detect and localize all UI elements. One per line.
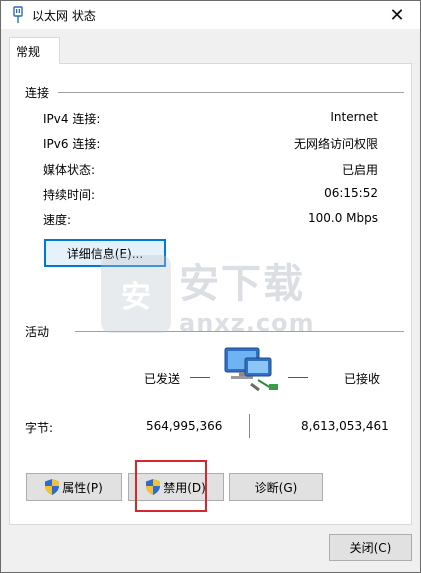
media-state-label: 媒体状态: — [43, 163, 96, 177]
sent-label: 已发送 — [144, 372, 181, 386]
close-button[interactable]: 关闭(C) — [329, 534, 412, 561]
received-label: 已接收 — [344, 372, 381, 386]
properties-button[interactable]: 属性(P) — [26, 473, 122, 501]
bytes-divider — [249, 414, 250, 438]
details-button[interactable]: 详细信息(E)... — [44, 239, 166, 267]
title-bar: 以太网 状态 ✕ — [1, 1, 420, 29]
activity-section-label: 活动 — [25, 325, 50, 339]
network-status-window: 以太网 状态 ✕ 常规 连接 IPv4 连接: Internet IPv6 连接… — [0, 0, 421, 573]
bytes-sent-value: 564,995,366 — [146, 419, 223, 433]
activity-divider — [75, 331, 404, 332]
speed-value: 100.0 Mbps — [307, 211, 378, 225]
duration-label: 持续时间: — [43, 188, 96, 202]
duration-value: 06:15:52 — [324, 186, 378, 200]
diagnose-button[interactable]: 诊断(G) — [229, 473, 323, 501]
close-icon: ✕ — [389, 4, 405, 26]
highlight-annotation-box — [135, 460, 207, 512]
network-computers-icon — [224, 347, 278, 392]
diagnose-button-label: 诊断(G) — [254, 480, 298, 495]
uac-shield-icon — [45, 479, 60, 495]
connection-section-label: 连接 — [25, 86, 50, 100]
speed-label: 速度: — [43, 213, 72, 227]
window-title: 以太网 状态 — [32, 9, 96, 23]
ipv6-label: IPv6 连接: — [43, 137, 101, 151]
window-close-button[interactable]: ✕ — [374, 1, 420, 29]
dialog-body: 常规 连接 IPv4 连接: Internet IPv6 连接: 无网络访问权限… — [1, 29, 420, 572]
network-adapter-icon — [13, 6, 23, 23]
sent-dash — [190, 377, 210, 378]
ipv4-label: IPv4 连接: — [43, 112, 101, 126]
received-dash — [288, 377, 308, 378]
media-state-value: 已启用 — [341, 163, 378, 177]
details-button-label: 详细信息(E)... — [66, 246, 144, 261]
close-button-label: 关闭(C) — [349, 541, 392, 555]
bytes-label: 字节: — [25, 421, 54, 435]
tab-panel-general: 连接 IPv4 连接: Internet IPv6 连接: 无网络访问权限 媒体… — [9, 63, 412, 525]
connection-divider — [58, 92, 404, 93]
bytes-received-value: 8,613,053,461 — [301, 419, 389, 433]
tab-general[interactable]: 常规 — [9, 37, 60, 64]
ipv4-value: Internet — [330, 110, 378, 124]
ipv6-value: 无网络访问权限 — [293, 137, 378, 151]
properties-button-label: 属性(P) — [62, 480, 103, 495]
